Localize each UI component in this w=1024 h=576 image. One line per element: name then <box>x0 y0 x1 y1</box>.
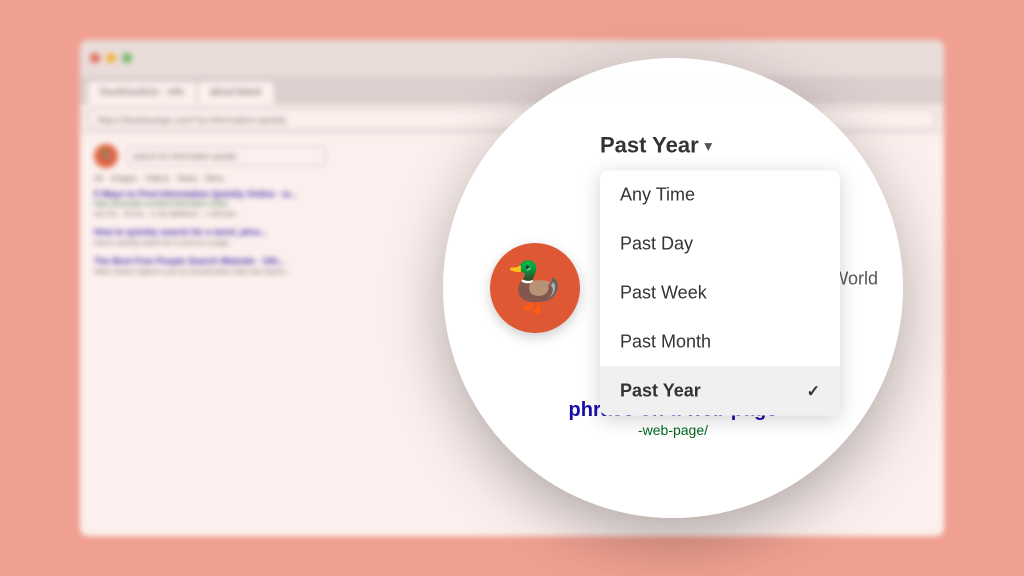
ddg-logo-small: 🦆 <box>94 144 118 168</box>
dropdown-item-label: Past Week <box>620 282 707 303</box>
maximize-dot <box>122 53 132 63</box>
bottom-link-url: -web-page/ <box>569 422 778 438</box>
dropdown-item-label: Any Time <box>620 184 695 205</box>
filter-videos: Videos <box>145 174 169 183</box>
close-dot <box>90 53 100 63</box>
ddg-logo-large: 🦆 <box>490 243 580 333</box>
dropdown-item-any-time[interactable]: Any Time <box>600 170 840 219</box>
dropdown-item-label: Past Year <box>620 380 701 401</box>
tab-1: DuckDuckGo - info <box>88 82 196 104</box>
dropdown-trigger-label: Past Year <box>600 132 699 158</box>
filter-images: Images <box>111 174 137 183</box>
dropdown-menu: Any Time Past Day Past Week Past Month P… <box>600 170 840 415</box>
chevron-down-icon: ▾ <box>705 137 712 154</box>
tab-2: about:blank <box>198 82 274 104</box>
browser-chrome <box>80 40 944 76</box>
dropdown-item-past-year[interactable]: Past Year ✓ <box>600 366 840 415</box>
filter-more: More <box>205 174 223 183</box>
duck-icon: 🦆 <box>505 264 565 312</box>
magnify-circle: 🦆 ite ▾ World phrase on a web page -web-… <box>443 58 903 518</box>
filter-all: All <box>94 174 103 183</box>
checkmark-icon: ✓ <box>807 381 820 401</box>
filter-news: News <box>177 174 197 183</box>
dropdown-item-label: Past Month <box>620 331 711 352</box>
dropdown-trigger[interactable]: Past Year ▾ <box>600 132 712 158</box>
search-bar-bg: search for information quickly <box>126 146 326 166</box>
dropdown-item-past-month[interactable]: Past Month <box>600 317 840 366</box>
minimize-dot <box>106 53 116 63</box>
tab-bar: DuckDuckGo - info about:blank <box>80 76 944 104</box>
dropdown-container: Past Year ▾ Any Time Past Day Past Week … <box>600 132 840 415</box>
dropdown-item-past-week[interactable]: Past Week <box>600 268 840 317</box>
dropdown-item-past-day[interactable]: Past Day <box>600 219 840 268</box>
dropdown-item-label: Past Day <box>620 233 693 254</box>
